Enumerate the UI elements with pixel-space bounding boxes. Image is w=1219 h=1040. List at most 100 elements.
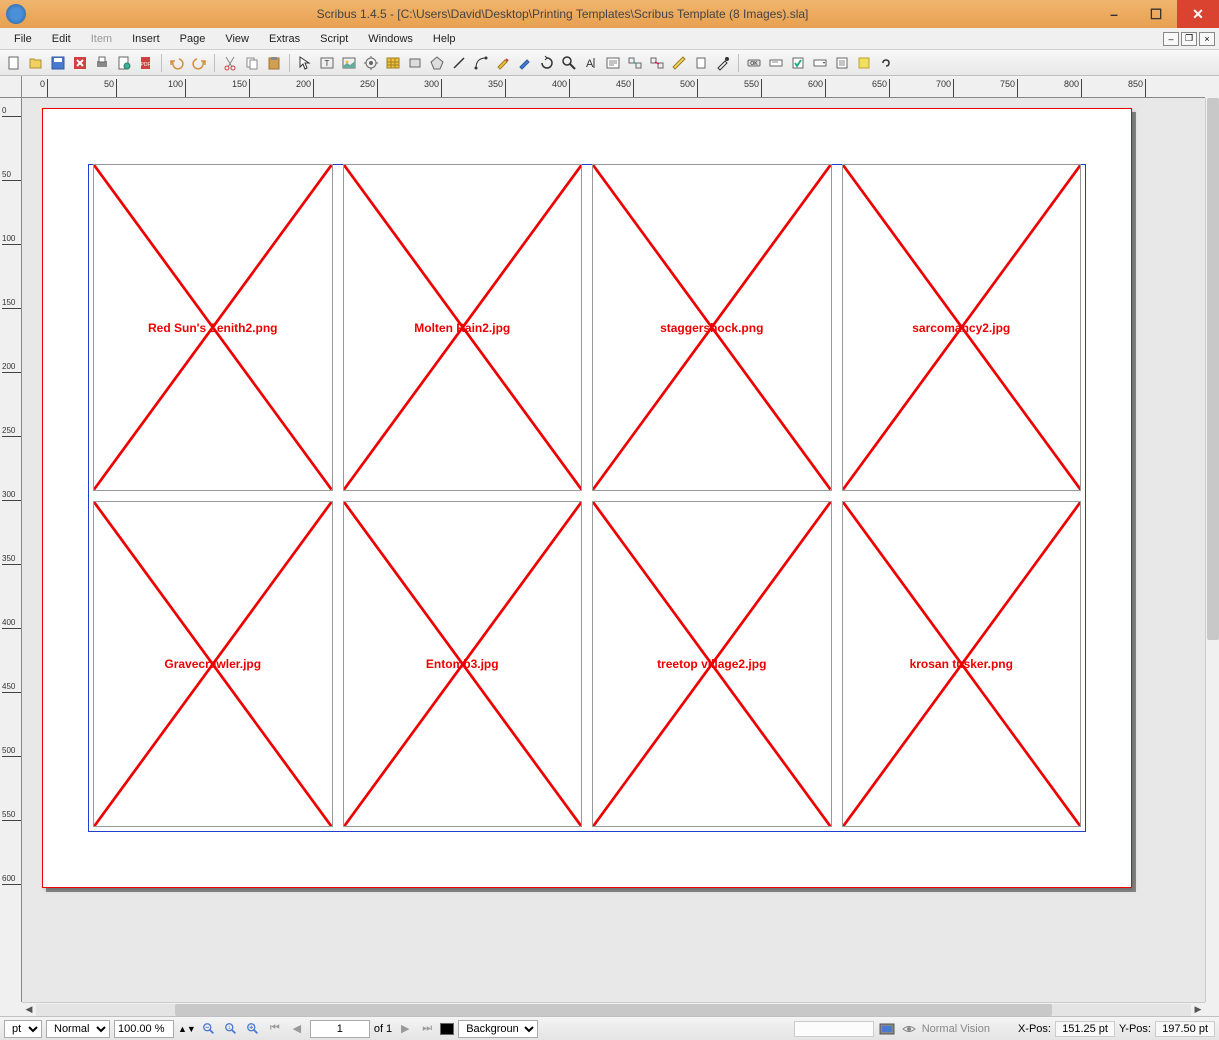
image-frame-label: Molten Rain2.jpg bbox=[344, 321, 582, 335]
undo-button[interactable] bbox=[167, 53, 187, 73]
pdf-combobox-tool[interactable] bbox=[810, 53, 830, 73]
export-pdf-button[interactable]: PDF bbox=[136, 53, 156, 73]
polygon-tool[interactable] bbox=[427, 53, 447, 73]
vertical-ruler[interactable]: 050100150200250300350400450500550600 bbox=[0, 98, 22, 1002]
status-bar: pt Normal ▲▼ 1 ⏮ ◀ of 1 ▶ ⏭ Background N… bbox=[0, 1016, 1219, 1040]
image-frame[interactable]: staggershock.png bbox=[592, 164, 832, 491]
last-page-button[interactable]: ⏭ bbox=[418, 1020, 436, 1038]
svg-text:OK: OK bbox=[750, 61, 758, 67]
horizontal-ruler[interactable]: 0501001502002503003504004505005506006507… bbox=[22, 76, 1205, 98]
mdi-close-button[interactable]: × bbox=[1199, 32, 1215, 46]
page-total-label: of 1 bbox=[374, 1023, 392, 1035]
xpos-label: X-Pos: bbox=[1018, 1023, 1051, 1035]
scroll-right-button[interactable]: ▶ bbox=[1191, 1004, 1205, 1016]
first-page-button[interactable]: ⏮ bbox=[266, 1020, 284, 1038]
unlink-frames-tool[interactable] bbox=[647, 53, 667, 73]
prev-page-button[interactable]: ◀ bbox=[288, 1020, 306, 1038]
story-editor-tool[interactable] bbox=[603, 53, 623, 73]
table-tool[interactable] bbox=[383, 53, 403, 73]
zoom-in-button[interactable] bbox=[244, 1020, 262, 1038]
image-frame[interactable]: Red Sun's Zenith2.png bbox=[93, 164, 333, 491]
preview-mode-select[interactable]: Normal bbox=[46, 1020, 110, 1038]
close-button[interactable]: ✕ bbox=[1177, 0, 1219, 28]
preflight-button[interactable] bbox=[114, 53, 134, 73]
ypos-value: 197.50 pt bbox=[1155, 1021, 1215, 1037]
shape-tool[interactable] bbox=[405, 53, 425, 73]
image-frame[interactable]: Gravecrawler.jpg bbox=[93, 501, 333, 828]
menu-script[interactable]: Script bbox=[310, 30, 358, 48]
menu-file[interactable]: File bbox=[4, 30, 42, 48]
zoom-tool[interactable] bbox=[559, 53, 579, 73]
menu-extras[interactable]: Extras bbox=[259, 30, 310, 48]
line-tool[interactable] bbox=[449, 53, 469, 73]
close-document-button[interactable] bbox=[70, 53, 90, 73]
save-button[interactable] bbox=[48, 53, 68, 73]
canvas[interactable]: Red Sun's Zenith2.png Molten Rain2.jpg sta… bbox=[22, 98, 1205, 1002]
rotate-tool[interactable] bbox=[537, 53, 557, 73]
pdf-link-tool[interactable] bbox=[876, 53, 896, 73]
menu-bar: File Edit Item Insert Page View Extras S… bbox=[0, 28, 1219, 50]
svg-text:A: A bbox=[586, 58, 594, 70]
bezier-tool[interactable] bbox=[471, 53, 491, 73]
svg-text:PDF: PDF bbox=[141, 62, 151, 68]
horizontal-scrollbar[interactable]: ◀ ▶ bbox=[22, 1002, 1205, 1016]
link-frames-tool[interactable] bbox=[625, 53, 645, 73]
select-tool[interactable] bbox=[295, 53, 315, 73]
redo-button[interactable] bbox=[189, 53, 209, 73]
ypos-label: Y-Pos: bbox=[1119, 1023, 1151, 1035]
scroll-left-button[interactable]: ◀ bbox=[22, 1004, 36, 1016]
measure-tool[interactable] bbox=[669, 53, 689, 73]
edit-contents-tool[interactable]: A bbox=[581, 53, 601, 73]
maximize-button[interactable]: ☐ bbox=[1135, 0, 1177, 28]
pdf-textfield-tool[interactable] bbox=[766, 53, 786, 73]
layer-select[interactable]: Background bbox=[458, 1020, 538, 1038]
svg-text:T: T bbox=[325, 59, 330, 68]
window-controls: – ☐ ✕ bbox=[1093, 0, 1219, 28]
minimize-button[interactable]: – bbox=[1093, 0, 1135, 28]
menu-windows[interactable]: Windows bbox=[358, 30, 423, 48]
zoom-out-button[interactable] bbox=[200, 1020, 218, 1038]
unit-select[interactable]: pt bbox=[4, 1020, 42, 1038]
image-frame[interactable]: Molten Rain2.jpg bbox=[343, 164, 583, 491]
cut-button[interactable] bbox=[220, 53, 240, 73]
freehand-tool[interactable] bbox=[493, 53, 513, 73]
menu-item[interactable]: Item bbox=[81, 30, 122, 48]
pdf-pushbutton-tool[interactable]: OK bbox=[744, 53, 764, 73]
menu-help[interactable]: Help bbox=[423, 30, 466, 48]
zoom-input[interactable] bbox=[114, 1020, 174, 1038]
mdi-restore-button[interactable]: ❐ bbox=[1181, 32, 1197, 46]
new-document-button[interactable] bbox=[4, 53, 24, 73]
copy-button[interactable] bbox=[242, 53, 262, 73]
image-frame[interactable]: Entomb3.jpg bbox=[343, 501, 583, 828]
image-frame-tool[interactable] bbox=[339, 53, 359, 73]
paste-button[interactable] bbox=[264, 53, 284, 73]
print-button[interactable] bbox=[92, 53, 112, 73]
vertical-scrollbar[interactable] bbox=[1205, 98, 1219, 1002]
render-frame-tool[interactable] bbox=[361, 53, 381, 73]
open-button[interactable] bbox=[26, 53, 46, 73]
page-number-input[interactable] bbox=[310, 1020, 370, 1038]
image-frame-label: staggershock.png bbox=[593, 321, 831, 335]
image-frame[interactable]: krosan tusker.png bbox=[842, 501, 1082, 828]
pdf-listbox-tool[interactable] bbox=[832, 53, 852, 73]
menu-edit[interactable]: Edit bbox=[42, 30, 81, 48]
menu-view[interactable]: View bbox=[215, 30, 259, 48]
image-frame[interactable]: sarcomancy2.jpg bbox=[842, 164, 1082, 491]
pdf-annotation-tool[interactable] bbox=[854, 53, 874, 73]
zoom-100-button[interactable]: 1 bbox=[222, 1020, 240, 1038]
image-frame[interactable]: treetop village2.jpg bbox=[592, 501, 832, 828]
document-page[interactable]: Red Sun's Zenith2.png Molten Rain2.jpg sta… bbox=[42, 108, 1132, 888]
mdi-minimize-button[interactable]: – bbox=[1163, 32, 1179, 46]
cms-icon[interactable] bbox=[878, 1020, 896, 1038]
text-frame-tool[interactable]: T bbox=[317, 53, 337, 73]
eyedropper-tool[interactable] bbox=[713, 53, 733, 73]
copy-properties-tool[interactable] bbox=[691, 53, 711, 73]
xpos-value: 151.25 pt bbox=[1055, 1021, 1115, 1037]
menu-insert[interactable]: Insert bbox=[122, 30, 170, 48]
next-page-button[interactable]: ▶ bbox=[396, 1020, 414, 1038]
calligraphic-tool[interactable] bbox=[515, 53, 535, 73]
menu-page[interactable]: Page bbox=[170, 30, 216, 48]
ruler-corner bbox=[0, 76, 22, 98]
pdf-checkbox-tool[interactable] bbox=[788, 53, 808, 73]
preview-icon[interactable] bbox=[900, 1020, 918, 1038]
